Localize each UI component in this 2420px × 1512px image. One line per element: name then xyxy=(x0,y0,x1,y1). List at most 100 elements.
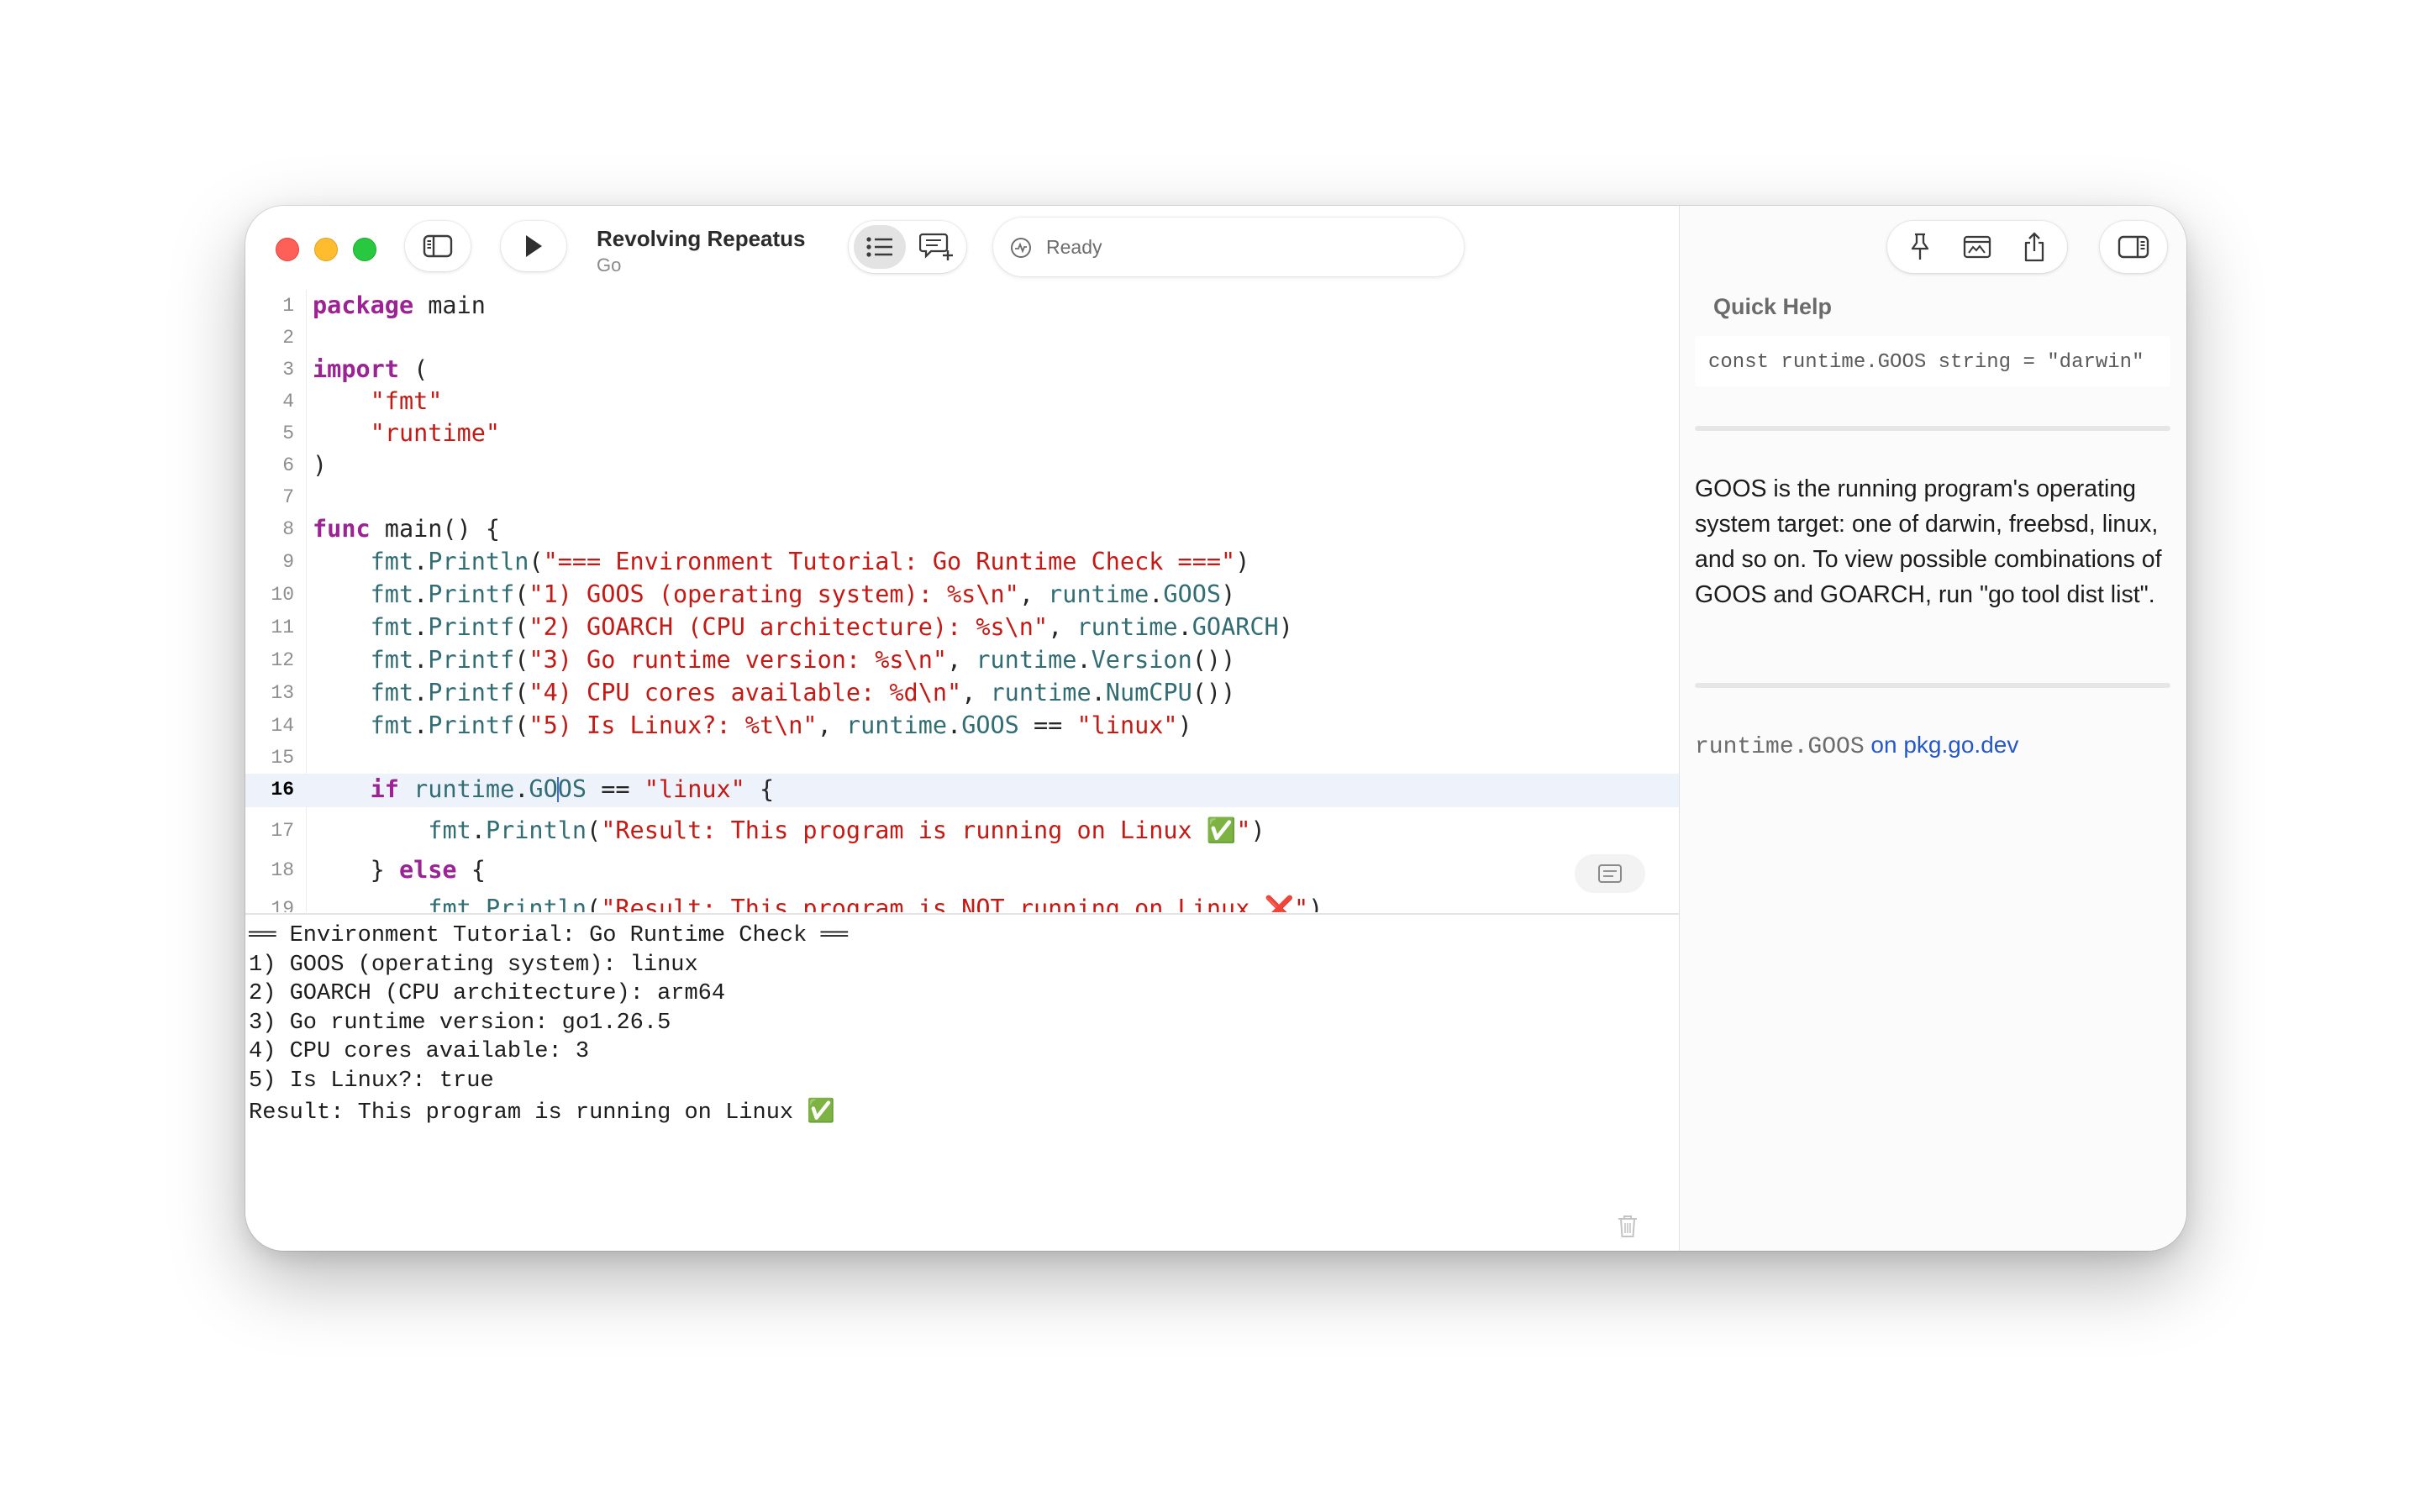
code-token: "runtime" xyxy=(370,419,501,447)
code-line[interactable]: 16 if runtime.GOOS == "linux" { xyxy=(245,774,1679,807)
toggle-sidebar-button[interactable] xyxy=(405,221,471,271)
code-line[interactable]: 5 "runtime" xyxy=(245,417,1679,449)
toggle-inspector-button[interactable] xyxy=(2100,221,2167,273)
pin-button[interactable] xyxy=(1896,226,1944,268)
code-token: Printf xyxy=(428,646,515,674)
code-line[interactable]: 2 xyxy=(245,322,1679,354)
minimize-window-button[interactable] xyxy=(314,238,338,261)
share-button[interactable] xyxy=(2010,226,2059,268)
preview-button[interactable] xyxy=(1953,226,2002,268)
code-token: GOOS xyxy=(1163,580,1222,608)
code-token: Printf xyxy=(428,580,515,608)
comment-icon xyxy=(1598,864,1622,883)
code-line[interactable]: 1 package main xyxy=(245,290,1679,322)
code-text: package main xyxy=(313,291,486,319)
code-token: fmt xyxy=(370,646,414,674)
code-text: import ( xyxy=(313,355,428,383)
list-bullet-icon xyxy=(866,237,892,257)
code-line[interactable]: 3 import ( xyxy=(245,354,1679,386)
zoom-window-button[interactable] xyxy=(353,238,376,261)
line-number: 17 xyxy=(271,820,294,842)
code-line[interactable]: 11 fmt.Printf("2) GOARCH (CPU architectu… xyxy=(245,612,1679,643)
run-button[interactable] xyxy=(501,221,566,271)
line-number: 5 xyxy=(282,423,294,444)
code-line[interactable]: 19 fmt.Println("Result: This program is … xyxy=(245,893,1679,912)
comment-add-icon xyxy=(919,233,953,260)
inline-comment-button[interactable] xyxy=(1575,854,1645,893)
console-line: 5) Is Linux?: true xyxy=(249,1068,494,1094)
code-token: "fmt" xyxy=(370,387,443,415)
code-line[interactable]: 4 "fmt" xyxy=(245,386,1679,417)
code-token: ( xyxy=(529,548,544,575)
code-token: main() { xyxy=(370,515,501,543)
activity-status-bar[interactable]: Ready xyxy=(993,218,1464,276)
code-token: NumCPU xyxy=(1105,679,1192,706)
quick-help-title: Quick Help xyxy=(1713,294,1833,319)
code-line[interactable]: 18 } else { xyxy=(245,854,1679,886)
code-line[interactable]: 15 xyxy=(245,742,1679,774)
add-comment-button[interactable] xyxy=(911,225,963,269)
line-number: 16 xyxy=(271,779,294,801)
code-token: else xyxy=(398,856,457,884)
code-text: fmt.Printf("2) GOARCH (CPU architecture)… xyxy=(313,613,1293,641)
code-token: . xyxy=(1177,613,1192,641)
code-editor[interactable]: 1 package main 2 3 import (4 "fmt" 5 "runtime… xyxy=(245,290,1679,912)
code-line[interactable]: 14 fmt.Printf("5) Is Linux?: %t\n", runt… xyxy=(245,710,1679,742)
code-line[interactable]: 17 fmt.Println("Result: This program is … xyxy=(245,815,1679,847)
view-toggle-group xyxy=(849,221,966,273)
pin-icon xyxy=(1911,233,1929,260)
close-window-button[interactable] xyxy=(276,238,299,261)
line-number: 9 xyxy=(282,551,294,573)
code-token: "=== Environment Tutorial: Go Runtime Ch… xyxy=(543,548,1236,575)
line-number: 4 xyxy=(282,391,294,412)
console-output[interactable]: ══ Environment Tutorial: Go Runtime Chec… xyxy=(245,913,1679,1251)
code-line[interactable]: 9 fmt.Println("=== Environment Tutorial:… xyxy=(245,546,1679,578)
divider xyxy=(1695,426,2170,431)
code-token: Printf xyxy=(428,613,515,641)
code-line[interactable]: 6) xyxy=(245,449,1679,481)
code-token: Println xyxy=(428,548,529,575)
code-line[interactable]: 10 fmt.Printf("1) GOOS (operating system… xyxy=(245,579,1679,611)
app-window: Revolving Repeatus Go Ready 1 package ma… xyxy=(245,206,2186,1251)
code-text: } else { xyxy=(313,856,486,884)
code-line[interactable]: 7 xyxy=(245,481,1679,513)
code-line[interactable]: 8 func main() { xyxy=(245,513,1679,545)
code-text: fmt.Printf("4) CPU cores available: %d\n… xyxy=(313,679,1236,706)
code-token: . xyxy=(947,711,962,739)
trash-icon[interactable] xyxy=(1617,1214,1639,1239)
console-line: 3) Go runtime version: go1.26.5 xyxy=(249,1010,671,1036)
code-token: "4) CPU cores available: %d\n" xyxy=(529,679,962,706)
code-token: fmt xyxy=(428,895,471,912)
code-token: ) xyxy=(313,451,328,479)
code-token: ) xyxy=(1278,613,1293,641)
share-icon xyxy=(2024,232,2044,262)
code-line[interactable]: 12 fmt.Printf("3) Go runtime version: %s… xyxy=(245,644,1679,676)
code-token: ( xyxy=(514,646,529,674)
code-token: fmt xyxy=(370,548,414,575)
code-token: "linux" xyxy=(1076,711,1178,739)
code-token: "3) Go runtime version: %s\n" xyxy=(529,646,948,674)
code-token: . xyxy=(413,548,429,575)
code-token: . xyxy=(471,816,486,844)
line-number: 7 xyxy=(282,486,294,508)
code-line[interactable]: 13 fmt.Printf("4) CPU cores available: %… xyxy=(245,677,1679,709)
line-number: 19 xyxy=(271,898,294,912)
document-language: Go xyxy=(597,255,622,276)
code-token: . xyxy=(1091,679,1106,706)
outline-view-button[interactable] xyxy=(854,225,906,269)
code-token: ()) xyxy=(1192,646,1236,674)
code-token: "Result: This program is running on Linu… xyxy=(601,816,1251,844)
code-token: . xyxy=(413,679,429,706)
pkg-go-dev-link[interactable]: on pkg.go.dev xyxy=(1870,732,2018,758)
line-number: 14 xyxy=(271,715,294,737)
code-token: . xyxy=(413,613,429,641)
code-token: . xyxy=(413,646,429,674)
sidebar-right-icon xyxy=(2118,235,2149,259)
status-text: Ready xyxy=(1046,236,1102,258)
code-token: ( xyxy=(514,613,529,641)
